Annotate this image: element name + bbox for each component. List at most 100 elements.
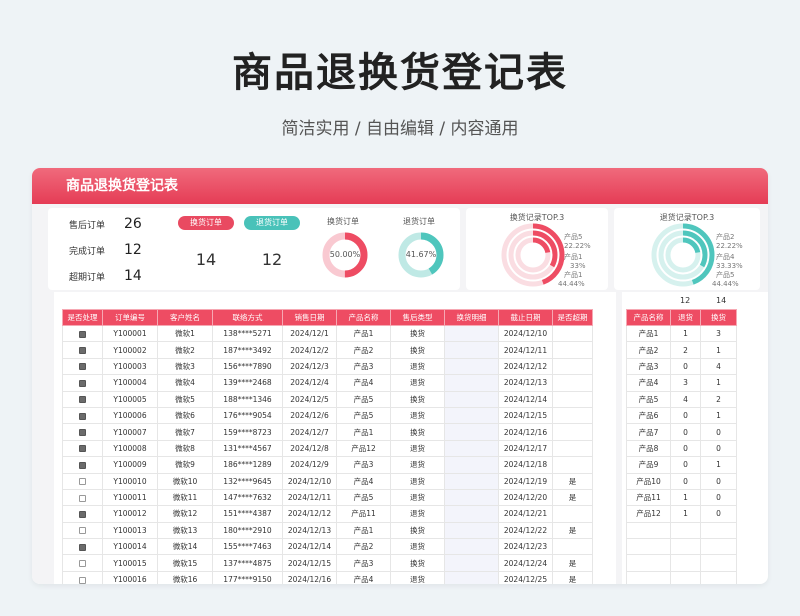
- customer-cell[interactable]: 微软3: [157, 357, 213, 376]
- refund-count-cell[interactable]: 1: [670, 488, 701, 507]
- due-date-cell[interactable]: 2024/12/20: [498, 488, 553, 507]
- checked-checkbox[interactable]: [79, 543, 86, 551]
- col-overdue[interactable]: 是否超期: [552, 309, 593, 326]
- unchecked-checkbox[interactable]: [79, 494, 86, 502]
- service-type-cell[interactable]: 换货: [390, 390, 445, 408]
- customer-cell[interactable]: 微软5: [157, 390, 213, 408]
- col-due-date[interactable]: 截止日期: [498, 309, 553, 326]
- contact-cell[interactable]: 159****8723: [212, 423, 283, 441]
- sale-date-cell[interactable]: 2024/12/8: [282, 439, 337, 458]
- product-name-cell[interactable]: 产品6: [626, 406, 671, 425]
- processed-cell[interactable]: [62, 521, 103, 540]
- overdue-cell[interactable]: [552, 341, 593, 359]
- exchange-detail-cell[interactable]: [444, 505, 499, 523]
- processed-cell[interactable]: [62, 390, 103, 408]
- unchecked-checkbox[interactable]: [79, 576, 86, 584]
- processed-cell[interactable]: [62, 406, 103, 425]
- product-cell[interactable]: 产品1: [336, 324, 391, 343]
- table-row[interactable]: [626, 570, 737, 584]
- customer-cell[interactable]: 微软9: [157, 456, 213, 474]
- processed-cell[interactable]: [62, 324, 103, 343]
- overdue-cell[interactable]: [552, 324, 593, 343]
- service-type-cell[interactable]: 退货: [390, 570, 445, 584]
- product-name-cell[interactable]: [626, 554, 671, 572]
- contact-cell[interactable]: 155****7463: [212, 538, 283, 556]
- refund-count-cell[interactable]: [670, 521, 701, 540]
- col-service-type[interactable]: 售后类型: [390, 309, 445, 326]
- exchange-count-cell[interactable]: 0: [700, 439, 737, 458]
- contact-cell[interactable]: 177****9150: [212, 570, 283, 584]
- exchange-count-cell[interactable]: 4: [700, 357, 737, 376]
- exchange-detail-cell[interactable]: [444, 488, 499, 507]
- checked-checkbox[interactable]: [79, 363, 86, 371]
- product-cell[interactable]: 产品2: [336, 341, 391, 359]
- product-cell[interactable]: 产品3: [336, 554, 391, 572]
- customer-cell[interactable]: 微软16: [157, 570, 213, 584]
- exchange-count-cell[interactable]: 1: [700, 374, 737, 392]
- order-id-cell[interactable]: Y100007: [102, 423, 158, 441]
- due-date-cell[interactable]: 2024/12/15: [498, 406, 553, 425]
- overdue-cell[interactable]: [552, 439, 593, 458]
- order-id-cell[interactable]: Y100014: [102, 538, 158, 556]
- col-product[interactable]: 产品名称: [336, 309, 391, 326]
- refund-count-cell[interactable]: 0: [670, 439, 701, 458]
- customer-cell[interactable]: 微软6: [157, 406, 213, 425]
- exchange-count-cell[interactable]: 1: [700, 341, 737, 359]
- product-name-cell[interactable]: 产品9: [626, 456, 671, 474]
- table-row[interactable]: Y100002 微软2 187****3492 2024/12/2 产品2 换货 2024/…: [62, 341, 593, 359]
- table-row[interactable]: Y100015 微软15 137****4875 2024/12/15 产品3 换货 202…: [62, 554, 593, 572]
- due-date-cell[interactable]: 2024/12/24: [498, 554, 553, 572]
- due-date-cell[interactable]: 2024/12/16: [498, 423, 553, 441]
- due-date-cell[interactable]: 2024/12/11: [498, 341, 553, 359]
- product-cell[interactable]: 产品2: [336, 538, 391, 556]
- contact-cell[interactable]: 131****4567: [212, 439, 283, 458]
- checked-checkbox[interactable]: [79, 347, 86, 355]
- col-refund[interactable]: 退货: [670, 309, 701, 326]
- product-name-cell[interactable]: [626, 570, 671, 584]
- product-name-cell[interactable]: 产品1: [626, 324, 671, 343]
- customer-cell[interactable]: 微软8: [157, 439, 213, 458]
- table-row[interactable]: Y100004 微软4 139****2468 2024/12/4 产品4 退货 2024/…: [62, 374, 593, 392]
- table-row[interactable]: Y100001 微软1 138****5271 2024/12/1 产品1 换货 2024/…: [62, 324, 593, 343]
- service-type-cell[interactable]: 换货: [390, 554, 445, 572]
- sale-date-cell[interactable]: 2024/12/7: [282, 423, 337, 441]
- table-row[interactable]: 产品1 1 3: [626, 324, 737, 343]
- overdue-cell[interactable]: [552, 456, 593, 474]
- product-name-cell[interactable]: 产品11: [626, 488, 671, 507]
- processed-cell[interactable]: [62, 505, 103, 523]
- col-contact[interactable]: 联络方式: [212, 309, 283, 326]
- checked-checkbox[interactable]: [79, 461, 86, 469]
- processed-cell[interactable]: [62, 538, 103, 556]
- service-type-cell[interactable]: 换货: [390, 423, 445, 441]
- product-name-cell[interactable]: 产品2: [626, 341, 671, 359]
- table-row[interactable]: [626, 538, 737, 556]
- exchange-count-cell[interactable]: 1: [700, 406, 737, 425]
- overdue-cell[interactable]: [552, 505, 593, 523]
- sale-date-cell[interactable]: 2024/12/12: [282, 505, 337, 523]
- sale-date-cell[interactable]: 2024/12/9: [282, 456, 337, 474]
- service-type-cell[interactable]: 退货: [390, 538, 445, 556]
- customer-cell[interactable]: 微软2: [157, 341, 213, 359]
- checked-checkbox[interactable]: [79, 510, 86, 518]
- product-name-cell[interactable]: 产品10: [626, 472, 671, 490]
- service-type-cell[interactable]: 退货: [390, 357, 445, 376]
- processed-cell[interactable]: [62, 357, 103, 376]
- customer-cell[interactable]: 微软4: [157, 374, 213, 392]
- table-row[interactable]: Y100006 微软6 176****9054 2024/12/6 产品5 退货 2024/…: [62, 406, 593, 425]
- overdue-cell[interactable]: [552, 538, 593, 556]
- service-type-cell[interactable]: 退货: [390, 439, 445, 458]
- overdue-cell[interactable]: 是: [552, 521, 593, 540]
- overdue-cell[interactable]: [552, 390, 593, 408]
- overdue-cell[interactable]: [552, 374, 593, 392]
- table-row[interactable]: 产品7 0 0: [626, 423, 737, 441]
- contact-cell[interactable]: 137****4875: [212, 554, 283, 572]
- customer-cell[interactable]: 微软13: [157, 521, 213, 540]
- checked-checkbox[interactable]: [79, 379, 86, 387]
- product-name-cell[interactable]: 产品4: [626, 374, 671, 392]
- processed-cell[interactable]: [62, 374, 103, 392]
- order-id-cell[interactable]: Y100009: [102, 456, 158, 474]
- refund-count-cell[interactable]: 0: [670, 406, 701, 425]
- product-cell[interactable]: 产品4: [336, 374, 391, 392]
- contact-cell[interactable]: 147****7632: [212, 488, 283, 507]
- customer-cell[interactable]: 微软15: [157, 554, 213, 572]
